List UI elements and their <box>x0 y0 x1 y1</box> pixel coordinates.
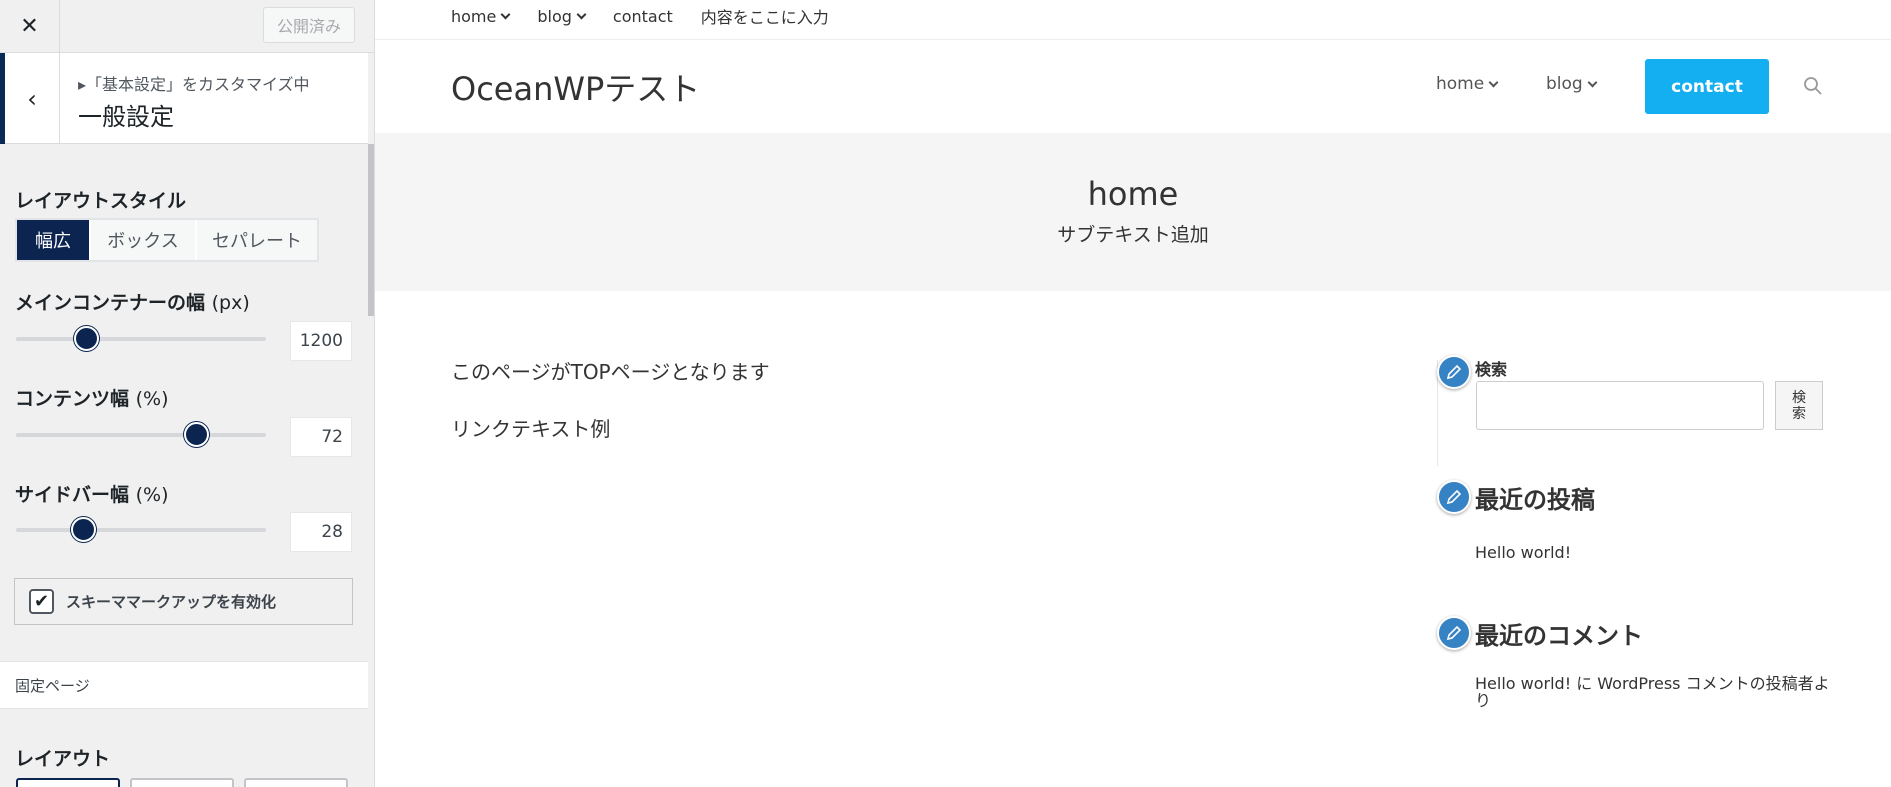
chevron-down-icon <box>1488 77 1499 87</box>
contact-button[interactable]: contact <box>1645 59 1769 114</box>
layout-option-wide[interactable]: 幅広 <box>17 220 91 260</box>
search-icon[interactable] <box>1803 76 1823 96</box>
chevron-down-icon <box>576 9 587 19</box>
pencil-icon <box>1446 364 1462 380</box>
site-header: OceanWPテスト home blog contact <box>375 40 1891 133</box>
chevron-down-icon <box>500 9 511 19</box>
layout-style-buttons: 幅広 ボックス セパレート <box>15 218 319 262</box>
close-button[interactable]: ✕ <box>0 0 60 53</box>
edit-shortcut-search[interactable] <box>1437 355 1471 389</box>
content-width-label: コンテンツ幅 (%) <box>15 388 169 410</box>
content-width-input[interactable]: 72 <box>290 417 352 457</box>
content-text: このページがTOPページとなります <box>451 360 770 384</box>
pencil-icon <box>1446 489 1462 505</box>
sidebar-width-label: サイドバー幅 (%) <box>15 484 169 506</box>
recent-post-link[interactable]: Hello world! <box>1475 544 1571 561</box>
page-subtitle: サブテキスト追加 <box>1057 224 1209 246</box>
sidebar-width-slider[interactable] <box>16 517 266 542</box>
layout-thumb-full-width[interactable] <box>244 778 348 787</box>
top-bar: home blog contact 内容をここに入力 <box>375 0 1891 40</box>
checkmark-icon: ✔ <box>33 591 50 612</box>
back-button[interactable]: ‹ <box>0 53 60 144</box>
top-bar-nav: home blog contact 内容をここに入力 <box>451 0 857 32</box>
main-container-width-label: メインコンテナーの幅 (px) <box>15 292 250 314</box>
static-page-section[interactable]: 固定ページ <box>0 661 368 709</box>
edit-shortcut-recent-comments[interactable] <box>1437 616 1471 650</box>
layout-thumb-left-sidebar[interactable] <box>130 778 234 787</box>
sidebar-width-input[interactable]: 28 <box>290 512 352 552</box>
edit-shortcut-recent-posts[interactable] <box>1437 480 1471 514</box>
section-title: 一般設定 <box>78 103 174 131</box>
breadcrumb: ▸「基本設定」をカスタマイズ中 <box>78 75 310 94</box>
nav-item-home[interactable]: home <box>1436 74 1499 94</box>
slider-handle[interactable] <box>183 422 209 447</box>
customizer-header: ✕ 公開済み <box>0 0 374 53</box>
recent-comments-title: 最近のコメント <box>1475 622 1643 650</box>
checkbox[interactable]: ✔ <box>29 589 54 614</box>
layout-option-separate[interactable]: セパレート <box>197 220 317 260</box>
slider-handle[interactable] <box>71 517 96 542</box>
layout-thumb-right-sidebar[interactable] <box>16 778 120 787</box>
recent-comment-link[interactable]: Hello world! に WordPress コメントの投稿者より <box>1475 675 1835 709</box>
main-container-width-input[interactable]: 1200 <box>290 321 352 361</box>
layout-thumbnails <box>16 778 348 787</box>
pencil-icon <box>1446 625 1462 641</box>
customizer-sidebar: ✕ 公開済み ‹ ▸「基本設定」をカスタマイズ中 一般設定 レイアウトスタイル … <box>0 0 375 787</box>
section-header: ‹ ▸「基本設定」をカスタマイズ中 一般設定 <box>0 53 368 144</box>
content-width-slider[interactable] <box>16 422 266 447</box>
layout-label: レイアウト <box>15 748 111 770</box>
site-title[interactable]: OceanWPテスト <box>451 64 700 110</box>
main-container-width-slider[interactable] <box>16 326 266 351</box>
search-widget-label: 検索 <box>1475 360 1508 379</box>
schema-markup-label: スキーママークアップを有効化 <box>66 593 277 611</box>
chevron-down-icon <box>1587 77 1598 87</box>
site-preview: home blog contact 内容をここに入力 OceanWPテスト ho… <box>375 0 1891 787</box>
page-title: home <box>1087 175 1179 213</box>
slider-handle[interactable] <box>73 326 99 351</box>
search-widget-button[interactable]: 検索 <box>1775 381 1823 430</box>
topbar-item-blog[interactable]: blog <box>537 7 587 26</box>
page-header: home サブテキスト追加 <box>375 133 1891 291</box>
layout-option-boxed[interactable]: ボックス <box>91 220 197 260</box>
publish-button[interactable]: 公開済み <box>263 7 355 43</box>
topbar-item-contact[interactable]: contact <box>613 7 673 26</box>
scrollbar[interactable] <box>368 144 374 316</box>
topbar-item-home[interactable]: home <box>451 7 511 26</box>
search-widget-input[interactable] <box>1476 381 1764 430</box>
schema-markup-toggle[interactable]: ✔ スキーママークアップを有効化 <box>14 578 353 625</box>
topbar-item-placeholder[interactable]: 内容をここに入力 <box>701 4 829 28</box>
content-link[interactable]: リンクテキスト例 <box>451 413 610 442</box>
close-icon: ✕ <box>20 14 39 39</box>
chevron-left-icon: ‹ <box>27 84 37 113</box>
recent-posts-title: 最近の投稿 <box>1475 486 1595 514</box>
layout-style-label: レイアウトスタイル <box>15 190 187 212</box>
nav-item-blog[interactable]: blog <box>1546 74 1598 94</box>
